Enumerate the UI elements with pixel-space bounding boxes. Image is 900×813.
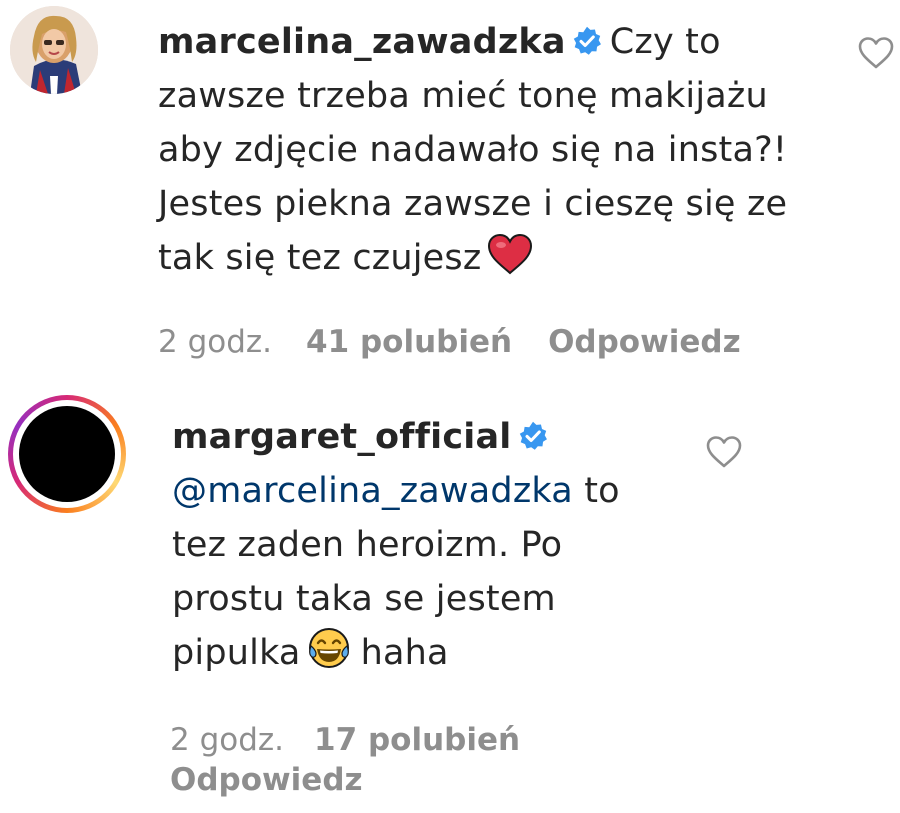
- verified-badge-icon: [573, 26, 601, 55]
- comment-text-line: to: [584, 471, 620, 511]
- comment-username[interactable]: marcelina_zawadzka: [158, 22, 566, 62]
- comment-body: margaret_official @marcelina_zawadzka to…: [172, 410, 672, 680]
- comment-text-line: zawsze trzeba mieć tonę makijażu: [158, 76, 768, 116]
- like-heart-icon[interactable]: [705, 435, 743, 469]
- reply-button[interactable]: Odpowiedz: [548, 322, 741, 362]
- comment-text-line: aby zdjęcie nadawało się na insta?!: [158, 130, 788, 170]
- reply-button[interactable]: Odpowiedz: [170, 760, 363, 800]
- avatar[interactable]: [8, 395, 126, 513]
- comment-time[interactable]: 2 godz.: [170, 720, 284, 760]
- comment-meta: 2 godz. 41 polubień Odpowiedz: [158, 322, 741, 362]
- comment-likes[interactable]: 41 polubień: [306, 322, 512, 362]
- comment-text-line: pipulka: [172, 633, 301, 673]
- comment-text-line: haha: [360, 633, 449, 673]
- comment-text-line: tez zaden heroizm. Po: [172, 525, 563, 565]
- profile-photo: [10, 6, 98, 94]
- comment-username[interactable]: margaret_official: [172, 417, 512, 457]
- comment-time[interactable]: 2 godz.: [158, 322, 272, 362]
- comment-text-line: Czy to: [609, 22, 721, 62]
- face-with-tears-of-joy-icon: [308, 628, 349, 668]
- story-ring: [13, 400, 121, 508]
- comment-text-line: Jestes piekna zawsze i cieszę się ze: [158, 184, 788, 224]
- comment-text-line: tak się tez czujesz: [158, 238, 482, 278]
- red-heart-emoji-icon: [488, 233, 533, 275]
- mention-link[interactable]: @marcelina_zawadzka: [172, 471, 573, 511]
- avatar[interactable]: [10, 6, 98, 94]
- comment-body: marcelina_zawadzka Czy to zawsze trzeba m…: [158, 15, 818, 285]
- like-heart-icon[interactable]: [857, 36, 895, 70]
- verified-badge-icon: [519, 421, 547, 450]
- profile-photo: [19, 406, 115, 502]
- comment-likes[interactable]: 17 polubień: [314, 720, 520, 760]
- comment-text-line: prostu taka se jestem: [172, 579, 556, 619]
- comment-meta: 2 godz. 17 polubień: [170, 720, 520, 760]
